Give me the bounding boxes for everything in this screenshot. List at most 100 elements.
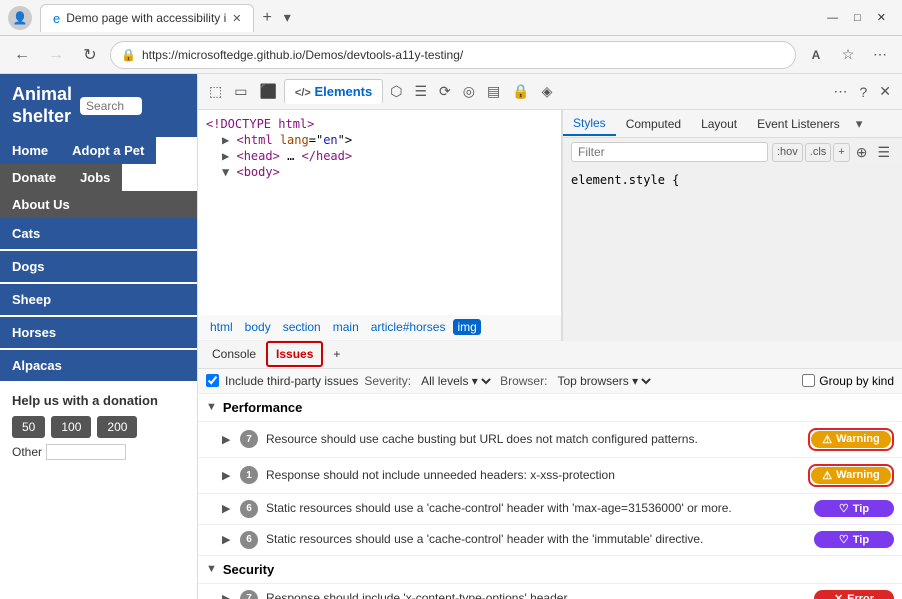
html-arrow[interactable]: ▶ (222, 133, 229, 147)
performance-section-header[interactable]: ▼ Performance (198, 394, 902, 422)
device-icon[interactable]: ▭ (229, 80, 252, 103)
more-tools-icon[interactable]: ⋯ (828, 80, 852, 103)
element-breadcrumb: html body section main article#horses im… (198, 315, 561, 341)
tab-title: Demo page with accessibility iss... (66, 11, 226, 25)
search-input[interactable] (86, 99, 136, 113)
tab-issues[interactable]: Issues (266, 341, 323, 367)
donate-50-button[interactable]: 50 (12, 416, 45, 438)
html-line-html[interactable]: ▶ <html lang="en"> (206, 132, 553, 148)
nav-donate[interactable]: Donate (0, 164, 68, 191)
html-line-head[interactable]: ▶ <head> … </head> (206, 148, 553, 164)
styles-toolbar-icons: :hov .cls + ⊕ ☰ (772, 143, 894, 162)
tab-computed[interactable]: Computed (616, 113, 691, 135)
donate-200-button[interactable]: 200 (97, 416, 137, 438)
nav-adopt[interactable]: Adopt a Pet (60, 137, 156, 164)
lighthouse-icon[interactable]: ◈ (537, 80, 558, 103)
memory-icon[interactable]: ◎ (458, 80, 480, 103)
url-bar[interactable]: 🔒 https://microsoftedge.github.io/Demos/… (110, 41, 796, 69)
perf-issue-4[interactable]: ▶ 6 Static resources should use a 'cache… (198, 525, 902, 556)
sources-icon[interactable]: ☰ (409, 80, 432, 103)
list-item-horses[interactable]: Horses (0, 317, 197, 350)
list-item-sheep[interactable]: Sheep (0, 284, 197, 317)
security-section-label: Security (223, 562, 274, 577)
network-icon[interactable]: ⬡ (385, 80, 407, 103)
maximize-button[interactable]: □ (846, 10, 869, 26)
issue-arrow-4: ▶ (222, 533, 232, 546)
breadcrumb-section[interactable]: section (279, 319, 325, 335)
browser-select[interactable]: Top browsers ▾ (553, 373, 654, 389)
lock-icon: 🔒 (121, 48, 136, 62)
perf-issue-3[interactable]: ▶ 6 Static resources should use a 'cache… (198, 494, 902, 525)
tab-dropdown-button[interactable]: ▾ (280, 9, 295, 26)
tab-close-button[interactable]: ✕ (232, 12, 241, 25)
breadcrumb-html[interactable]: html (206, 319, 237, 335)
inspect-icon[interactable]: ⬚ (204, 80, 227, 103)
close-button[interactable]: ✕ (869, 9, 894, 26)
html-panel: <!DOCTYPE html> ▶ <html lang="en"> ▶ <he… (198, 110, 562, 341)
breadcrumb-article[interactable]: article#horses (367, 319, 450, 335)
styles-filter-input[interactable] (571, 142, 768, 162)
add-tab-button[interactable]: + (325, 343, 348, 365)
security-section-header[interactable]: ▼ Security (198, 556, 902, 584)
animal-list: Cats Dogs Sheep Horses Alpacas (0, 218, 197, 383)
pseudo-cls-button[interactable]: .cls (805, 143, 832, 162)
performance-section-label: Performance (223, 400, 302, 415)
tab-bar: e Demo page with accessibility iss... ✕ … (40, 4, 811, 32)
group-by-label: Group by kind (819, 374, 894, 388)
styles-header: Styles Computed Layout Event Listeners ▾ (563, 110, 902, 138)
nav-row-1: Home Adopt a Pet (0, 137, 197, 164)
donate-buttons: 50 100 200 (12, 416, 185, 438)
perf-issue-2[interactable]: ▶ 1 Response should not include unneeded… (198, 458, 902, 494)
pseudo-hov-button[interactable]: :hov (772, 143, 803, 162)
tip-icon-4: ♡ (839, 533, 849, 546)
sec-issue-1[interactable]: ▶ 7 Response should include 'x-content-t… (198, 584, 902, 599)
tab-layout[interactable]: Layout (691, 113, 747, 135)
tab-styles[interactable]: Styles (563, 112, 616, 136)
list-item-cats[interactable]: Cats (0, 218, 197, 251)
nav-about[interactable]: About Us (0, 191, 197, 218)
performance-icon[interactable]: ⟳ (434, 80, 456, 103)
group-by-checkbox[interactable] (802, 374, 815, 387)
nav-jobs[interactable]: Jobs (68, 164, 122, 191)
html-line-doctype[interactable]: <!DOCTYPE html> (206, 116, 553, 132)
new-style-rule-icon[interactable]: ⊕ (852, 143, 872, 162)
search-box[interactable] (80, 97, 142, 115)
issue-arrow-1: ▶ (222, 433, 232, 446)
breadcrumb-main[interactable]: main (329, 319, 363, 335)
active-tab[interactable]: e Demo page with accessibility iss... ✕ (40, 4, 254, 32)
tab-elements[interactable]: </> Elements (284, 79, 383, 104)
address-bar: ← → ↻ 🔒 https://microsoftedge.github.io/… (0, 36, 902, 74)
translate-button[interactable]: A (802, 41, 830, 69)
styles-more-button[interactable]: ▾ (850, 114, 869, 134)
back-button[interactable]: ← (8, 41, 36, 69)
more-button[interactable]: ⋯ (866, 41, 894, 69)
security-icon[interactable]: 🔒 (507, 80, 534, 103)
donate-other-input[interactable] (46, 444, 126, 460)
breadcrumb-body[interactable]: body (241, 319, 275, 335)
add-style-button[interactable]: + (833, 143, 849, 162)
list-item-alpacas[interactable]: Alpacas (0, 350, 197, 383)
nav-home[interactable]: Home (0, 137, 60, 164)
forward-button[interactable]: → (42, 41, 70, 69)
html-tag-open: <html (236, 133, 279, 147)
donate-100-button[interactable]: 100 (51, 416, 91, 438)
body-arrow[interactable]: ▼ (222, 165, 229, 179)
toggle-element-state-icon[interactable]: ☰ (873, 143, 894, 162)
list-item-dogs[interactable]: Dogs (0, 251, 197, 284)
close-devtools-icon[interactable]: ✕ (874, 80, 896, 103)
breadcrumb-img[interactable]: img (453, 319, 480, 335)
perf-issue-1[interactable]: ▶ 7 Resource should use cache busting bu… (198, 422, 902, 458)
favorites-button[interactable]: ☆ (834, 41, 862, 69)
reload-button[interactable]: ↻ (76, 41, 104, 69)
tab-event-listeners[interactable]: Event Listeners (747, 113, 850, 135)
minimize-button[interactable]: — (819, 10, 846, 26)
third-party-checkbox[interactable] (206, 374, 219, 387)
tab-console[interactable]: Console (204, 343, 264, 365)
toggle-icon[interactable]: ⬛ (254, 80, 281, 103)
application-icon[interactable]: ▤ (482, 80, 505, 103)
help-icon[interactable]: ? (854, 81, 872, 103)
html-line-body[interactable]: ▼ <body> (206, 164, 553, 180)
head-arrow[interactable]: ▶ (222, 149, 229, 163)
new-tab-button[interactable]: + (254, 9, 279, 27)
severity-select[interactable]: All levels ▾ (417, 373, 494, 389)
